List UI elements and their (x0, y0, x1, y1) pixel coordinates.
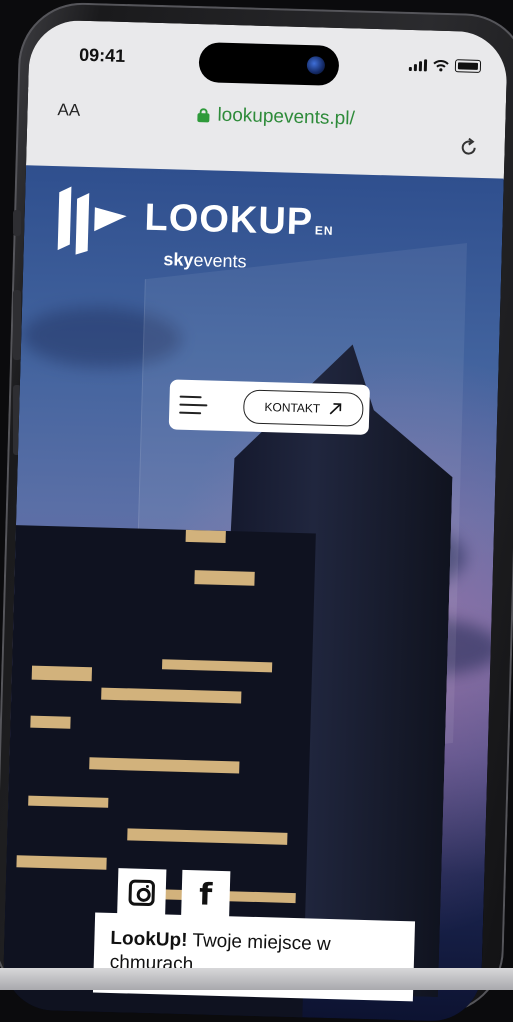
status-time: 09:41 (78, 44, 126, 66)
battery-icon (454, 59, 482, 73)
contact-button[interactable]: KONTAKT (242, 389, 364, 427)
status-icons (408, 58, 482, 73)
url-text[interactable]: lookupevents.pl/ (217, 105, 355, 131)
facebook-button[interactable]: f (181, 869, 231, 920)
text-size-button[interactable]: AA (57, 100, 80, 121)
menu-icon[interactable] (179, 394, 210, 417)
volume-up-button (13, 290, 21, 360)
instagram-icon (128, 879, 156, 907)
brand-subtitle: skyevents (163, 249, 247, 272)
phone-screen: 09:41 AA lookupevents.pl/ LOOKUPEN skyev… (2, 19, 508, 1022)
contact-button-label: KONTAKT (264, 400, 321, 416)
arrow-up-right-icon (329, 403, 342, 415)
marble-surface (0, 968, 513, 990)
signal-icon (408, 58, 428, 71)
brand-name: LOOKUPEN (144, 197, 334, 245)
reload-icon[interactable] (458, 137, 479, 158)
lookup-logo[interactable] (56, 184, 128, 256)
browser-address-bar[interactable]: AA lookupevents.pl/ (25, 87, 507, 180)
dynamic-island (198, 42, 340, 86)
instagram-button[interactable] (117, 868, 167, 918)
brand-sub-bold: sky (163, 249, 194, 270)
website-hero: LOOKUPEN skyevents KONTAKT f LookUp! Two… (2, 165, 504, 1022)
camera-icon (306, 56, 326, 75)
url-field[interactable]: lookupevents.pl/ (197, 104, 355, 130)
facebook-icon: f (198, 876, 213, 913)
tagline-bold: LookUp! (110, 927, 188, 952)
lookup-logo-icon (57, 186, 127, 255)
brand-sub: events (193, 249, 247, 272)
lock-icon (197, 108, 210, 123)
nav-bar: KONTAKT (168, 379, 371, 435)
wifi-icon (433, 59, 449, 71)
mute-switch (13, 210, 21, 236)
brand-main: LOOKUP (144, 196, 314, 244)
language-switch[interactable]: EN (315, 223, 334, 238)
